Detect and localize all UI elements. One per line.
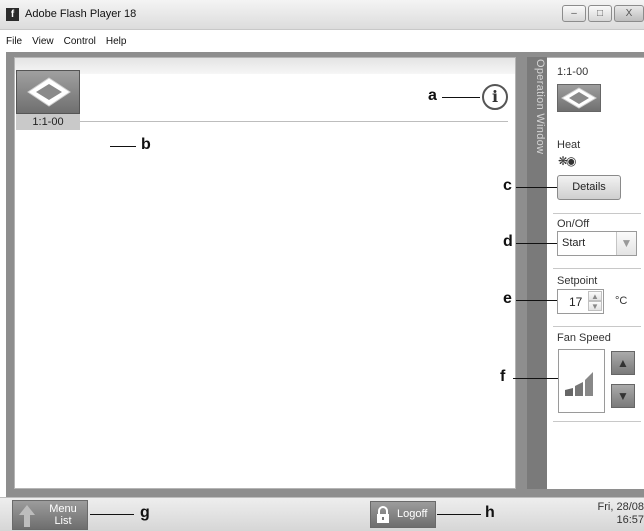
callout-line-f	[513, 378, 558, 379]
fan-speed-display	[558, 349, 605, 413]
fan-speed-down-icon[interactable]: ▼	[611, 384, 635, 408]
callout-line-d	[516, 243, 557, 244]
onoff-value: Start	[562, 237, 586, 249]
operation-window-strip: Operation Window	[527, 57, 547, 489]
lock-icon	[377, 506, 389, 523]
home-arrow-icon	[19, 505, 35, 527]
indoor-unit-icon	[561, 87, 597, 109]
stepper-down-icon[interactable]: ▼	[588, 301, 602, 311]
callout-a: a	[428, 87, 437, 104]
setpoint-label: Setpoint	[557, 275, 598, 287]
unit-tile[interactable]	[16, 70, 80, 114]
maximize-icon[interactable]: □	[588, 5, 612, 22]
callout-f: f	[500, 368, 506, 385]
separator	[553, 421, 641, 422]
chevron-down-icon[interactable]: ▼	[616, 232, 636, 255]
close-icon[interactable]: X	[614, 5, 644, 22]
time-text: 16:57	[616, 514, 644, 526]
indoor-unit-icon	[27, 77, 71, 107]
setpoint-unit: °C	[615, 295, 628, 307]
menu-bar: File View Control Help	[0, 36, 644, 50]
callout-line-a	[442, 97, 480, 98]
unit-label: 1:1-00	[16, 114, 80, 130]
title-bar: f Adobe Flash Player 18 – □ X	[0, 0, 644, 30]
main-divider	[22, 121, 508, 122]
onoff-select[interactable]: Start ▼	[557, 231, 637, 256]
menu-file[interactable]: File	[6, 36, 22, 50]
menu-list-label-line1: Menu	[49, 503, 77, 515]
callout-line-g	[90, 514, 134, 515]
fan-speed-up-icon[interactable]: ▲	[611, 351, 635, 375]
callout-h: h	[485, 504, 495, 521]
stepper-arrows: ▲ ▼	[588, 291, 602, 312]
flash-icon: f	[6, 8, 19, 21]
setpoint-stepper[interactable]: 17 ▲ ▼	[557, 289, 604, 314]
operation-window-label: Operation Window	[534, 59, 546, 155]
heat-mode-icon: ❋◉	[558, 154, 576, 168]
date-text: Fri, 28/08	[597, 501, 644, 513]
window-controls: – □ X	[562, 5, 644, 22]
separator	[553, 268, 641, 269]
callout-line-b	[110, 146, 136, 147]
callout-c: c	[503, 177, 512, 194]
setpoint-value: 17	[569, 295, 583, 309]
menu-list-label-line2: List	[54, 515, 72, 527]
window-title: Adobe Flash Player 18	[25, 8, 137, 20]
details-button[interactable]: Details	[557, 175, 621, 200]
separator	[553, 213, 641, 214]
date-time: Fri, 28/08 16:57	[584, 501, 644, 527]
logoff-button[interactable]: Logoff	[370, 501, 436, 528]
menu-view[interactable]: View	[32, 36, 54, 50]
stepper-up-icon[interactable]: ▲	[588, 291, 602, 301]
callout-line-h	[437, 514, 481, 515]
separator	[553, 326, 641, 327]
onoff-label: On/Off	[557, 218, 590, 230]
bottom-bar: Menu List g Logoff h Fri, 28/08 16:57	[0, 497, 644, 531]
operation-panel: 1:1-00 Heat ❋◉ Details On/Off Start ▼ Se…	[547, 57, 644, 489]
logoff-label: Logoff	[397, 508, 428, 520]
op-unit-box	[557, 84, 601, 112]
menu-control[interactable]: Control	[64, 36, 96, 50]
menu-list-label: Menu List	[41, 503, 85, 527]
callout-g: g	[140, 504, 150, 521]
fan-speed-bars-icon	[565, 372, 593, 396]
mode-label: Heat	[557, 139, 581, 151]
minimize-icon[interactable]: –	[562, 5, 586, 22]
menu-help[interactable]: Help	[106, 36, 127, 50]
main-panel: i	[14, 57, 516, 489]
callout-line-c	[516, 187, 557, 188]
callout-d: d	[503, 233, 513, 250]
callout-b: b	[141, 136, 151, 153]
callout-line-e	[516, 300, 557, 301]
main-top-strip	[15, 58, 515, 74]
fan-speed-label: Fan Speed	[557, 332, 611, 344]
callout-e: e	[503, 290, 512, 307]
op-unit-label: 1:1-00	[557, 66, 589, 78]
info-icon[interactable]: i	[482, 84, 508, 110]
menu-list-button[interactable]: Menu List	[12, 500, 88, 530]
